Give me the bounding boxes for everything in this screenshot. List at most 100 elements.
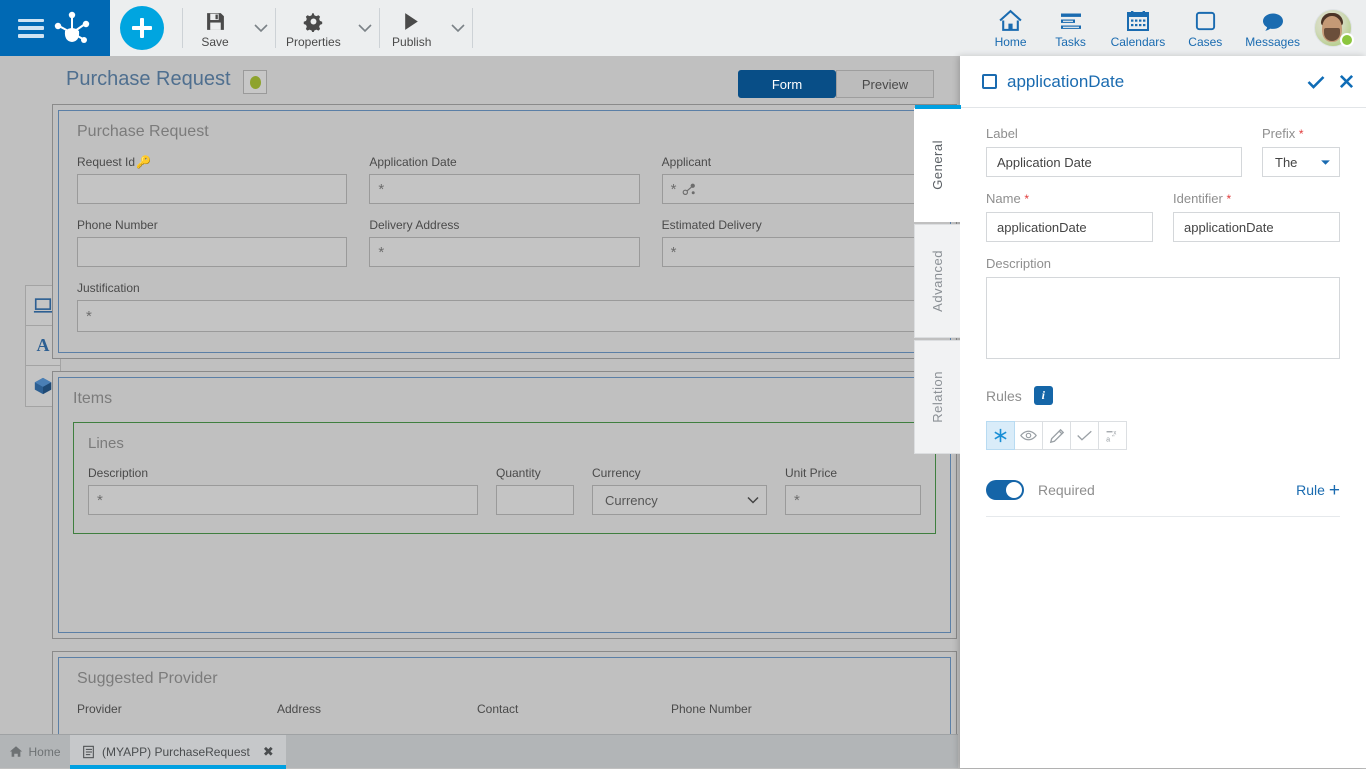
tab-form[interactable]: Form [738,70,836,98]
save-dropdown-chevron-icon[interactable] [247,0,275,56]
taskbar-home-label: Home [28,744,61,759]
field-description-group: Description [986,256,1340,364]
visible-eye-icon[interactable] [1014,421,1043,450]
identifier-caption: Identifier * [1173,191,1340,206]
input-request-id[interactable] [77,174,348,204]
input-delivery-address[interactable]: * [369,237,640,267]
field-line-currency[interactable]: Currency Currency [592,466,767,515]
prefix-caption-text: Prefix [1262,126,1296,141]
input-phone-number[interactable] [77,237,348,267]
required-toggle[interactable] [986,480,1024,500]
input-line-description[interactable]: * [88,485,478,515]
input-justification[interactable]: * [77,300,932,332]
required-asterisk-icon[interactable] [986,421,1015,450]
properties-title: applicationDate [1007,71,1125,91]
required-toggle-label: Required [1038,482,1095,498]
input-application-date[interactable]: * [369,174,640,204]
group-suggested-provider[interactable]: Suggested Provider Provider Address Cont… [52,651,957,743]
taskbar-tab-purchaserequest[interactable]: (MYAPP) PurchaseRequest ✖ [70,735,286,769]
field-label-currency: Currency [592,466,641,480]
check-icon[interactable] [1307,75,1325,89]
name-input[interactable] [986,212,1153,242]
tab-relation[interactable]: Relation [914,340,960,454]
field-line-description[interactable]: Description * [88,466,478,515]
input-estimated-delivery[interactable]: * [661,237,932,267]
info-icon[interactable]: i [1033,386,1053,405]
input-line-quantity[interactable] [496,485,574,515]
tab-preview[interactable]: Preview [836,70,934,98]
status-indicator[interactable] [243,70,267,94]
properties-button[interactable]: Properties [276,0,351,56]
row-label-prefix: Label Prefix * The [986,126,1340,177]
taskbar-home-button[interactable]: Home [0,735,70,768]
prefix-select[interactable]: The [1262,147,1340,177]
group-lines[interactable]: Lines Description * Quantity Currency Cu… [73,422,936,534]
add-rule-button[interactable]: Rule + [1296,481,1340,500]
required-asterisk-icon: * [794,491,800,509]
field-prefix-group: Prefix * The [1262,126,1340,177]
tab-advanced[interactable]: Advanced [914,224,960,338]
input-line-unit-price[interactable]: * [785,485,921,515]
field-applicant[interactable]: Applicant * [661,155,932,204]
select-line-currency[interactable]: Currency [592,485,767,515]
prefix-caption: Prefix * [1262,126,1340,141]
nav-cases-label: Cases [1188,34,1223,49]
required-asterisk-icon: * [670,243,677,261]
field-estimated-delivery[interactable]: Estimated Delivery * [661,218,932,267]
properties-label: Properties [286,34,341,49]
key-icon: 🔑 [136,155,151,169]
name-caption: Name * [986,191,1153,206]
required-toggle-row: Required Rule + [986,480,1340,517]
label-input[interactable] [986,147,1242,177]
field-identifier-group: Identifier * [1173,191,1340,242]
tab-general[interactable]: General [914,105,961,222]
add-button[interactable] [120,6,164,50]
typography-icon: A [36,335,50,355]
close-icon[interactable] [1339,74,1354,89]
group-title-purchase-request: Purchase Request [77,123,209,140]
publish-dropdown-chevron-icon[interactable] [444,0,472,56]
toolbar-right-group: Home Tasks Calendars Cases Messages [981,0,1366,56]
field-request-id[interactable]: Request Id🔑 [77,155,348,204]
input-applicant[interactable]: * [661,174,932,204]
description-textarea[interactable] [986,277,1340,359]
nav-cases-button[interactable]: Cases [1175,0,1235,56]
group-purchase-request[interactable]: Purchase Request Request Id🔑 Application… [52,104,957,359]
field-line-quantity[interactable]: Quantity [496,466,574,515]
nav-tasks-button[interactable]: Tasks [1041,0,1101,56]
prefix-value: The [1275,154,1298,170]
editable-pencil-icon[interactable] [1042,421,1071,450]
group-title-lines: Lines [88,435,124,452]
field-label-unit-price: Unit Price [785,466,838,480]
format-mask-icon[interactable]: x a " [1098,421,1127,450]
nav-messages-button[interactable]: Messages [1235,0,1310,56]
home-icon [998,8,1023,32]
close-icon[interactable]: ✖ [263,744,274,760]
save-button[interactable]: Save [183,0,247,56]
publish-button[interactable]: Publish [380,0,444,56]
field-application-date[interactable]: Application Date * [369,155,640,204]
identifier-input[interactable] [1173,212,1340,242]
avatar[interactable] [1314,9,1354,47]
nav-home-button[interactable]: Home [981,0,1041,56]
properties-checkbox[interactable] [982,74,997,89]
avatar-wrapper[interactable] [1310,0,1360,56]
hamburger-icon[interactable] [18,18,44,38]
status-led [249,75,261,89]
nav-calendars-button[interactable]: Calendars [1101,0,1176,56]
field-line-unit-price[interactable]: Unit Price * [785,466,921,515]
bottom-taskbar: Home (MYAPP) PurchaseRequest ✖ [0,734,958,769]
properties-dropdown-chevron-icon[interactable] [351,0,379,56]
field-delivery-address[interactable]: Delivery Address * [369,218,640,267]
bizagi-logo-icon[interactable] [52,11,92,45]
group-items[interactable]: Items Lines Description * Quantity Curre… [52,371,957,639]
field-phone-number[interactable]: Phone Number [77,218,348,267]
field-justification[interactable]: Justification * [77,281,932,332]
nav-calendars-label: Calendars [1110,34,1166,49]
page-title: Purchase Request [66,68,231,90]
field-label-application-date: Application Date [369,155,457,169]
valid-check-icon[interactable] [1070,421,1099,450]
publish-label: Publish [392,34,432,49]
tab-relation-label: Relation [930,371,945,423]
rule-icon-group: x a " [986,421,1340,450]
